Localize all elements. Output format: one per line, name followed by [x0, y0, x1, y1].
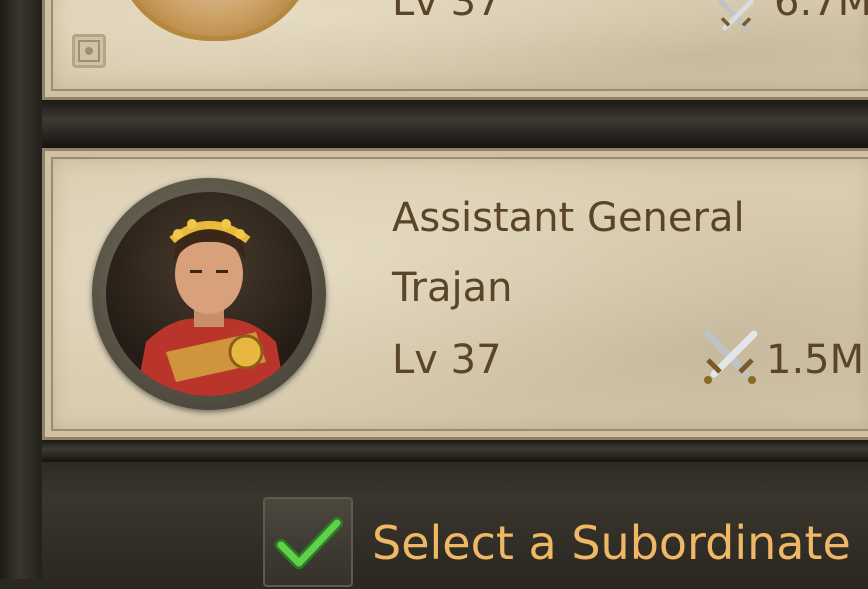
crossed-swords-icon	[704, 330, 758, 384]
select-subordinate-label[interactable]: Select a Subordinate	[372, 520, 851, 566]
select-subordinate-checkbox[interactable]	[263, 497, 353, 587]
checkmark-icon	[275, 517, 343, 569]
left-frame	[0, 0, 42, 579]
commander-level: Lv 37	[392, 337, 502, 383]
crossed-swords-icon	[718, 0, 754, 31]
commander-portrait[interactable]	[92, 178, 326, 410]
card-divider	[42, 100, 868, 148]
card-divider-bottom	[42, 440, 868, 462]
commander-name: Trajan	[392, 265, 513, 311]
commander-power-previous: 6.7M	[774, 0, 868, 25]
commander-power: 1.5M	[766, 337, 865, 383]
commander-rank: Assistant General	[392, 195, 745, 241]
commander-level-previous: Lv 37	[392, 0, 502, 25]
target-icon	[72, 34, 106, 68]
